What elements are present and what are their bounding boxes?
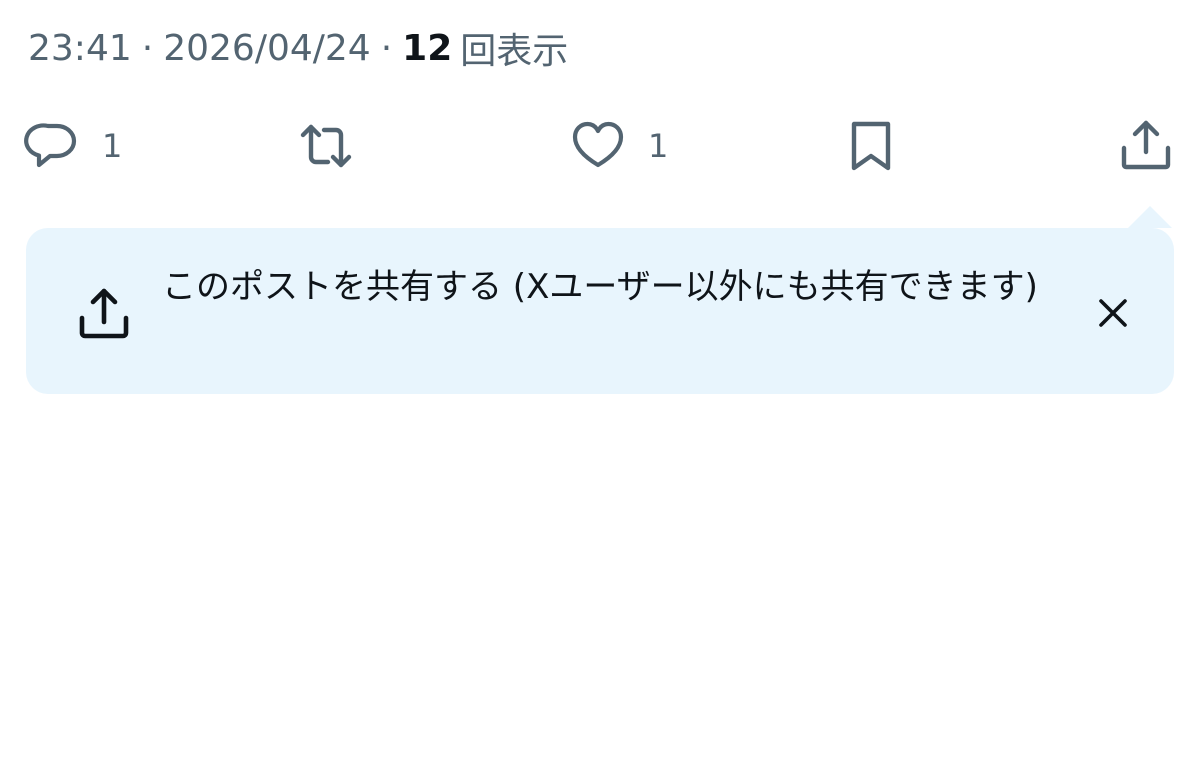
close-button[interactable] [1088, 288, 1138, 338]
share-button[interactable] [1118, 118, 1174, 174]
like-count: 1 [648, 127, 669, 165]
reply-icon [24, 118, 80, 174]
share-icon [76, 286, 132, 342]
views-count[interactable]: 12 [402, 28, 460, 69]
post-time[interactable]: 23:41 [28, 28, 132, 69]
post-action-bar: 1 1 [0, 118, 1200, 174]
views-label[interactable]: 回表示 [460, 22, 568, 74]
tooltip-pointer [1128, 206, 1172, 228]
post-date[interactable]: 2026/04/24 [163, 28, 371, 69]
like-button[interactable]: 1 [570, 118, 668, 174]
heart-icon [570, 118, 626, 174]
share-icon [1118, 118, 1174, 174]
meta-separator: · [380, 27, 393, 69]
reply-count: 1 [102, 127, 123, 165]
reply-button[interactable]: 1 [24, 118, 122, 174]
close-icon [1088, 288, 1138, 338]
repost-icon [298, 118, 354, 174]
bookmark-icon [844, 118, 900, 174]
bookmark-button[interactable] [844, 118, 900, 174]
post-metadata: 23:41 · 2026/04/24 · 12 回表示 [28, 22, 568, 74]
repost-button[interactable] [298, 118, 354, 174]
meta-separator: · [141, 27, 154, 69]
share-tooltip-message: このポストを共有する (Xユーザー以外にも共有できます) [162, 267, 1038, 307]
